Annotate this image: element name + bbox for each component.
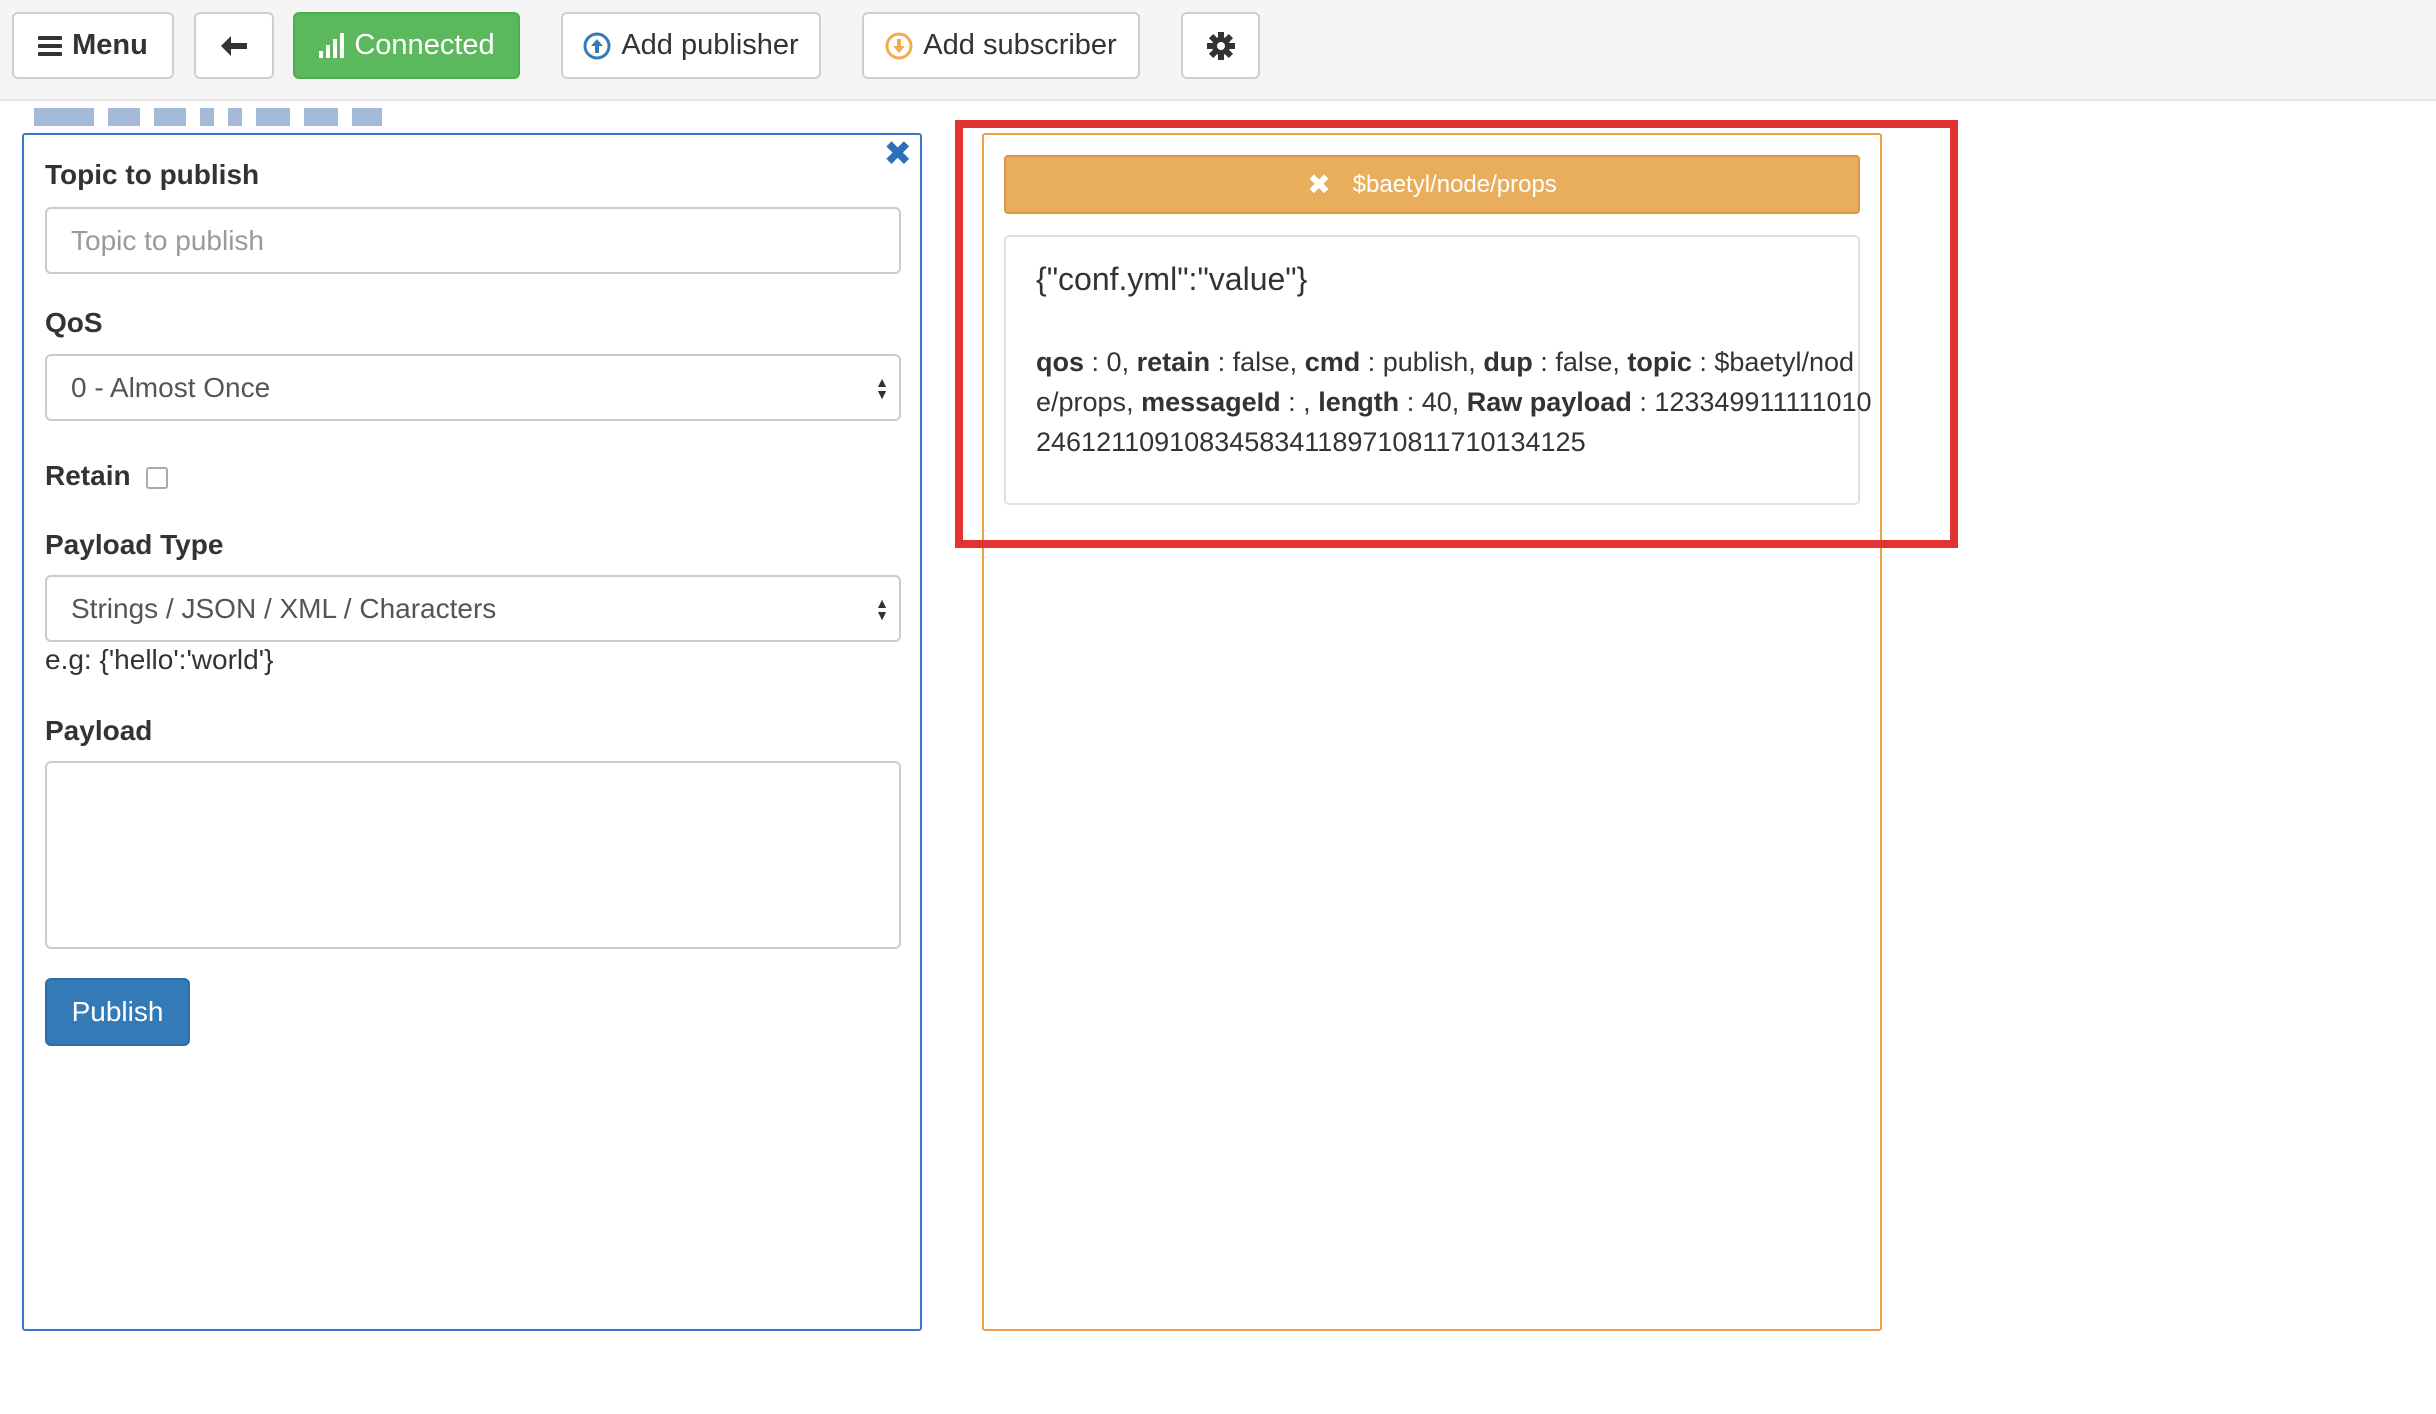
hamburger-icon (38, 35, 63, 56)
arrow-left-icon (221, 35, 247, 56)
topic-label: Topic to publish (45, 159, 260, 190)
payload-hint: e.g: {'hello':'world'} (45, 644, 274, 675)
topic-input[interactable]: Topic to publish (45, 207, 901, 274)
settings-button[interactable] (1181, 12, 1260, 79)
back-button[interactable] (194, 12, 274, 79)
menu-button[interactable]: Menu (12, 12, 174, 79)
arrow-down-circle-icon (885, 32, 913, 59)
redacted-tab-strip (34, 108, 450, 126)
payload-type-select[interactable]: Strings / JSON / XML / Characters ▲ ▼ (45, 575, 901, 642)
payload-textarea[interactable] (45, 761, 901, 949)
menu-label: Menu (72, 29, 148, 61)
highlight-box (955, 120, 1958, 548)
retain-label: Retain (45, 460, 131, 491)
arrow-up-circle-icon (583, 32, 611, 59)
add-publisher-label: Add publisher (621, 29, 799, 61)
payload-type-selected-value: Strings / JSON / XML / Characters (71, 592, 497, 624)
signal-bars-icon (319, 32, 345, 58)
top-toolbar: Menu Connected Add publisher Add subscri… (0, 0, 2436, 101)
close-icon[interactable]: ✖ (884, 137, 913, 171)
add-subscriber-label: Add subscriber (923, 29, 1117, 61)
add-publisher-button[interactable]: Add publisher (561, 12, 821, 79)
publish-button[interactable]: Publish (45, 978, 190, 1046)
gear-icon (1206, 31, 1235, 60)
select-arrows-icon: ▲ ▼ (875, 594, 889, 623)
publisher-panel: ✖ Topic to publish Topic to publish QoS … (22, 133, 922, 1331)
connected-label: Connected (354, 29, 495, 61)
payload-type-label: Payload Type (45, 529, 224, 560)
retain-row: Retain (45, 460, 169, 492)
select-arrows-icon: ▲ ▼ (875, 373, 889, 402)
add-subscriber-button[interactable]: Add subscriber (862, 12, 1140, 79)
connected-button[interactable]: Connected (293, 12, 520, 79)
retain-checkbox[interactable] (146, 466, 169, 489)
qos-select[interactable]: 0 - Almost Once ▲ ▼ (45, 354, 901, 421)
qos-label: QoS (45, 307, 103, 338)
qos-selected-value: 0 - Almost Once (71, 371, 271, 403)
payload-label: Payload (45, 715, 153, 746)
